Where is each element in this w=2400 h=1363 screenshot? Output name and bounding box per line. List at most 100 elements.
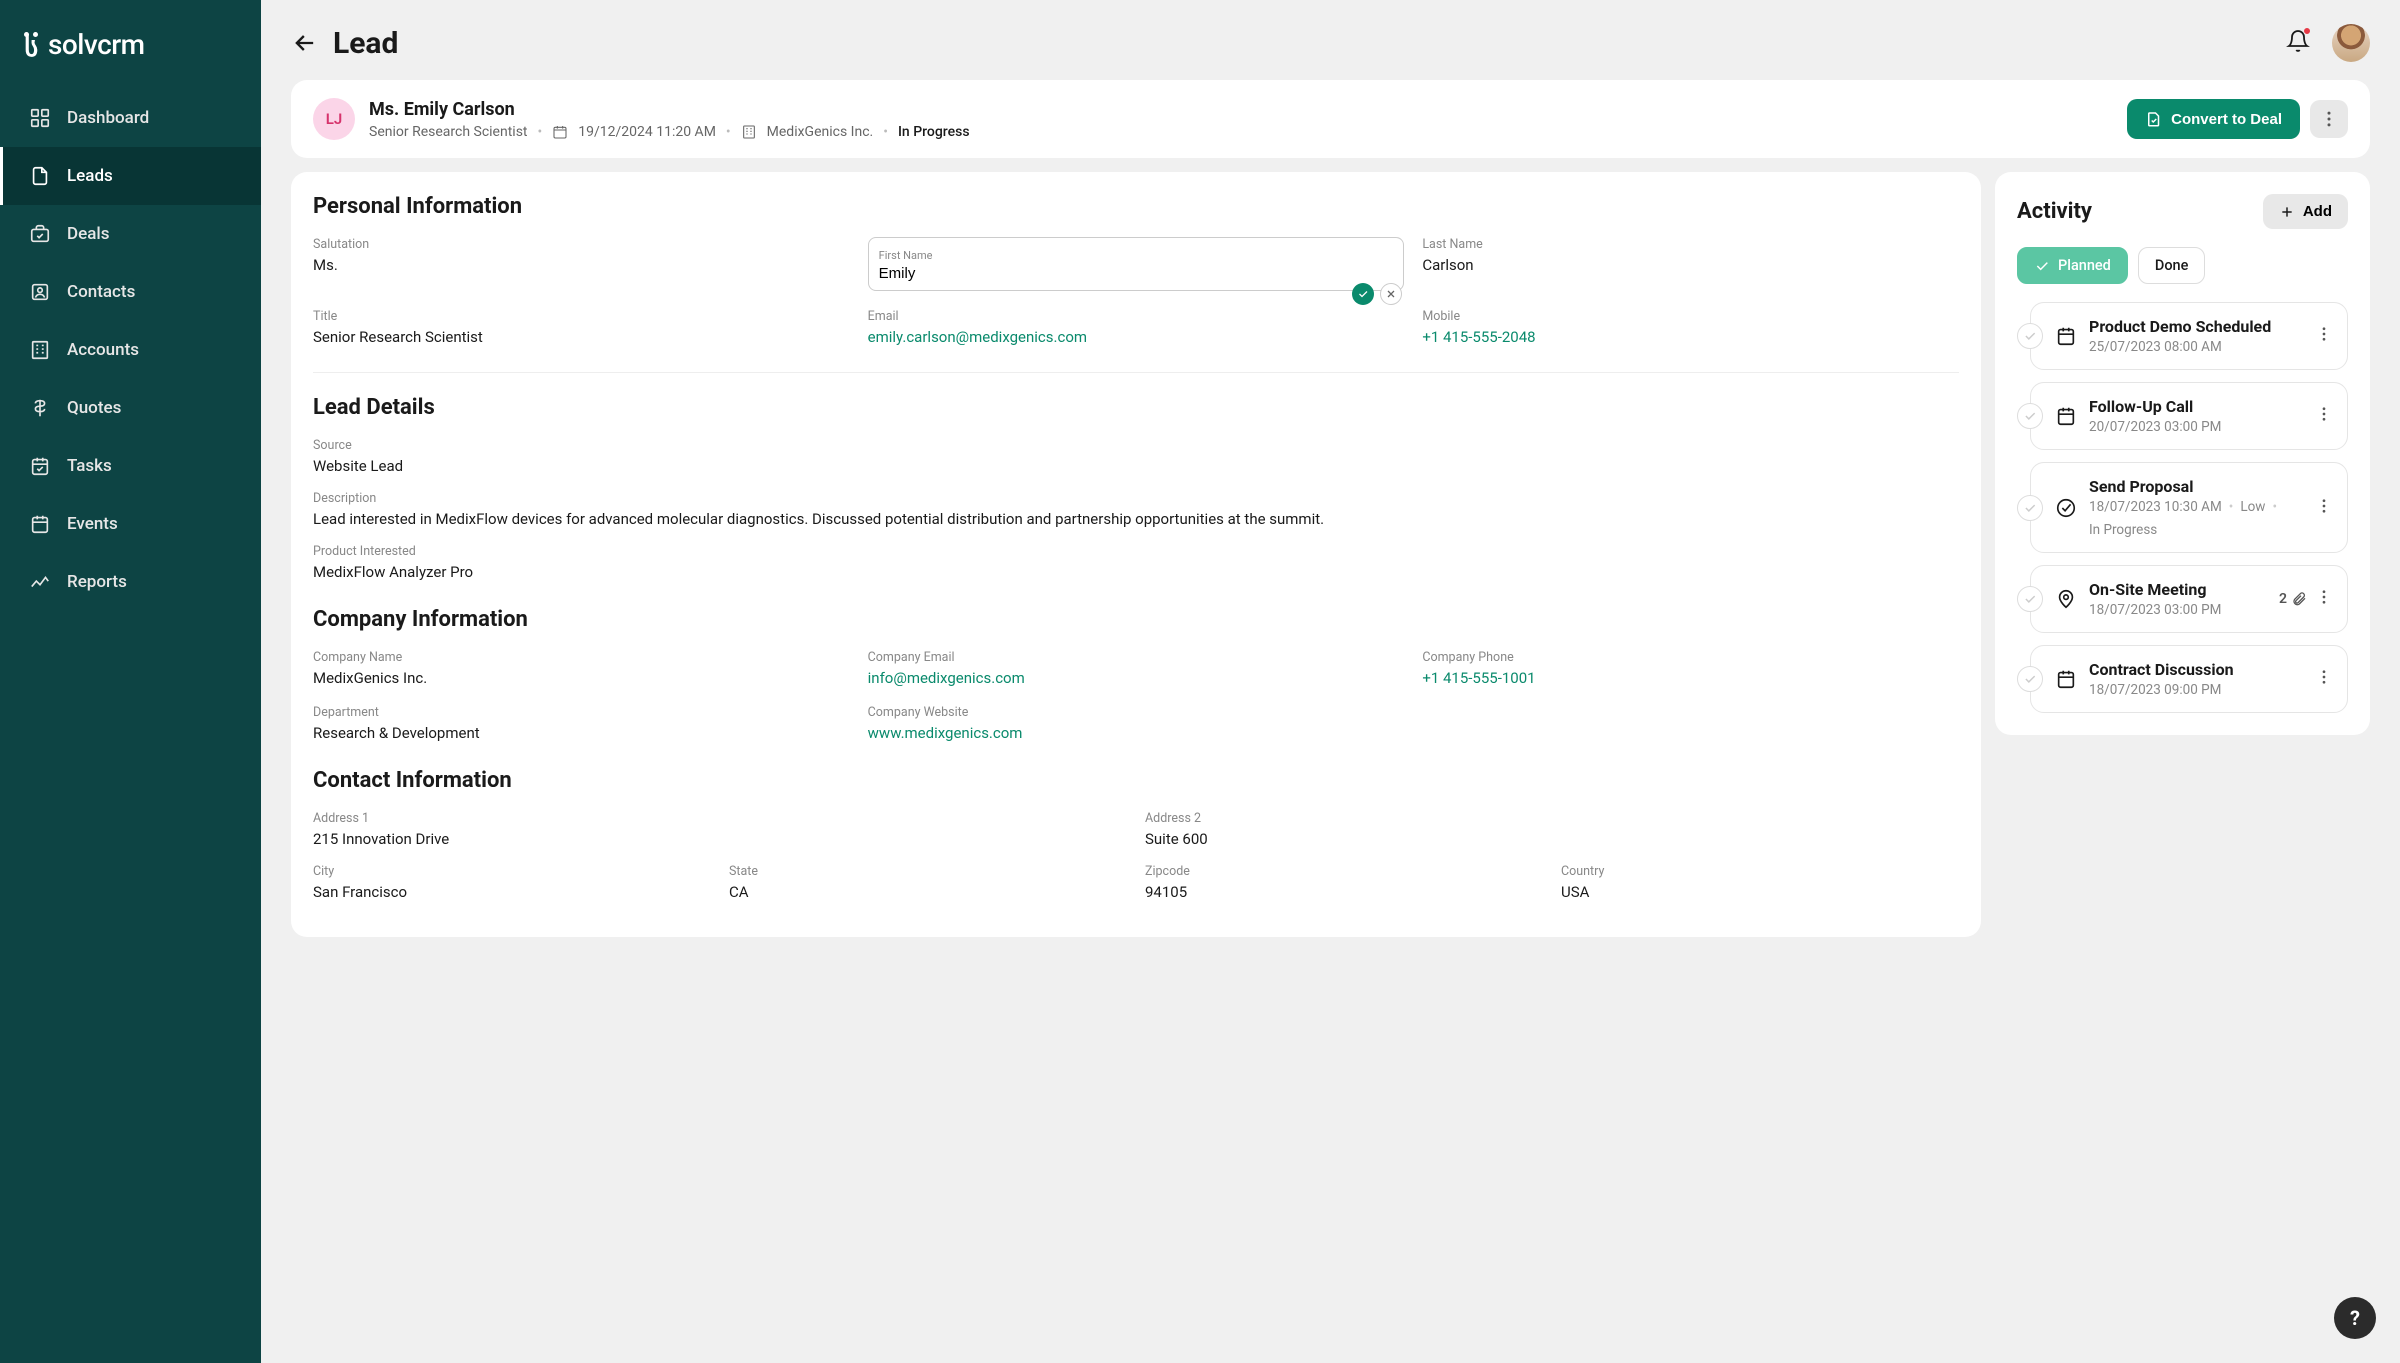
lead-name: Ms. Emily Carlson (369, 99, 970, 120)
title-value[interactable]: Senior Research Scientist (313, 328, 850, 346)
logo[interactable]: ს solvcrm (0, 28, 261, 89)
nav-item-deals[interactable]: Deals (0, 205, 261, 263)
dashboard-icon (29, 107, 51, 129)
nav-item-contacts[interactable]: Contacts (0, 263, 261, 321)
section-title-contact: Contact Information (313, 768, 1959, 793)
sidebar: ს solvcrm DashboardLeadsDealsContactsAcc… (0, 0, 261, 1363)
activity-card[interactable]: On-Site Meeting 18/07/2023 03:00 PM 2 (2030, 565, 2348, 633)
attachment-count: 2 (2279, 591, 2307, 607)
first-name-input[interactable] (879, 265, 1394, 282)
mobile-label: Mobile (1422, 309, 1959, 324)
first-name-input-wrapper: First Name (868, 237, 1405, 291)
activity-item: Send Proposal 18/07/2023 10:30 AM•Low•In… (2017, 462, 2348, 553)
city-label: City (313, 864, 711, 879)
more-vertical-icon (2319, 109, 2339, 129)
activity-card[interactable]: Contract Discussion 18/07/2023 09:00 PM (2030, 645, 2348, 713)
nav-item-events[interactable]: Events (0, 495, 261, 553)
confirm-edit-button[interactable] (1352, 283, 1374, 305)
activity-card[interactable]: Send Proposal 18/07/2023 10:30 AM•Low•In… (2030, 462, 2348, 553)
mobile-value[interactable]: +1 415-555-2048 (1422, 328, 1959, 346)
first-name-label: First Name (879, 249, 933, 262)
state-value[interactable]: CA (729, 883, 1127, 901)
state-label: State (729, 864, 1127, 879)
department-value[interactable]: Research & Development (313, 724, 850, 742)
activity-check[interactable] (2017, 323, 2043, 349)
activity-more-button[interactable] (2315, 497, 2333, 519)
activity-name: Product Demo Scheduled (2089, 317, 2303, 336)
activity-more-button[interactable] (2315, 405, 2333, 427)
activity-name: Follow-Up Call (2089, 397, 2303, 416)
page-title: Lead (333, 26, 398, 61)
product-label: Product Interested (313, 544, 1959, 559)
source-value[interactable]: Website Lead (313, 457, 1959, 475)
building-icon (741, 124, 757, 140)
activity-check[interactable] (2017, 586, 2043, 612)
more-vertical-icon (2315, 668, 2333, 686)
description-value[interactable]: Lead interested in MedixFlow devices for… (313, 510, 1959, 528)
zip-value[interactable]: 94105 (1145, 883, 1543, 901)
section-title-company: Company Information (313, 607, 1959, 632)
check-icon (2023, 329, 2037, 343)
contacts-icon (29, 281, 51, 303)
nav-item-accounts[interactable]: Accounts (0, 321, 261, 379)
company-name-value[interactable]: MedixGenics Inc. (313, 669, 850, 687)
convert-to-deal-button[interactable]: Convert to Deal (2127, 99, 2300, 139)
country-label: Country (1561, 864, 1959, 879)
addr2-value[interactable]: Suite 600 (1145, 830, 1959, 848)
activity-meta: 18/07/2023 09:00 PM (2089, 682, 2303, 698)
nav-item-quotes[interactable]: Quotes (0, 379, 261, 437)
back-icon[interactable] (291, 29, 319, 57)
activity-check[interactable] (2017, 666, 2043, 692)
activity-meta: 18/07/2023 10:30 AM•Low•In Progress (2089, 499, 2303, 538)
nav-item-reports[interactable]: Reports (0, 553, 261, 611)
user-avatar[interactable] (2332, 24, 2370, 62)
section-title-lead-details: Lead Details (313, 395, 1959, 420)
nav-item-leads[interactable]: Leads (0, 147, 261, 205)
company-email-value[interactable]: info@medixgenics.com (868, 669, 1405, 687)
activity-check[interactable] (2017, 403, 2043, 429)
help-button[interactable]: ? (2334, 1297, 2376, 1339)
activity-meta: 25/07/2023 08:00 AM (2089, 339, 2303, 355)
city-value[interactable]: San Francisco (313, 883, 711, 901)
accounts-icon (29, 339, 51, 361)
activity-meta: 18/07/2023 03:00 PM (2089, 602, 2267, 618)
cancel-edit-button[interactable] (1380, 283, 1402, 305)
activity-check[interactable] (2017, 495, 2043, 521)
product-value[interactable]: MedixFlow Analyzer Pro (313, 563, 1959, 581)
nav-item-dashboard[interactable]: Dashboard (0, 89, 261, 147)
deals-icon (29, 223, 51, 245)
activity-name: On-Site Meeting (2089, 580, 2267, 599)
addr1-value[interactable]: 215 Innovation Drive (313, 830, 1127, 848)
notifications-button[interactable] (2286, 29, 2310, 57)
activity-more-button[interactable] (2315, 668, 2333, 690)
company-website-value[interactable]: www.medixgenics.com (868, 724, 1405, 742)
salutation-value[interactable]: Ms. (313, 256, 850, 274)
last-name-value[interactable]: Carlson (1422, 256, 1959, 274)
convert-icon (2145, 110, 2163, 128)
add-activity-button[interactable]: Add (2263, 194, 2348, 229)
tasks-icon (29, 455, 51, 477)
section-title-personal: Personal Information (313, 194, 1959, 219)
country-value[interactable]: USA (1561, 883, 1959, 901)
activity-more-button[interactable] (2315, 588, 2333, 610)
notification-dot (2303, 27, 2311, 35)
lead-status: In Progress (898, 124, 970, 140)
activity-item: Contract Discussion 18/07/2023 09:00 PM (2017, 645, 2348, 713)
check-icon (2023, 501, 2037, 515)
activity-card[interactable]: Product Demo Scheduled 25/07/2023 08:00 … (2030, 302, 2348, 370)
attachment-icon (2291, 591, 2307, 607)
check-icon (2023, 409, 2037, 423)
lead-more-button[interactable] (2310, 100, 2348, 138)
more-vertical-icon (2315, 325, 2333, 343)
activity-title: Activity (2017, 199, 2092, 224)
activity-card[interactable]: Follow-Up Call 20/07/2023 03:00 PM (2030, 382, 2348, 450)
nav-item-tasks[interactable]: Tasks (0, 437, 261, 495)
activity-more-button[interactable] (2315, 325, 2333, 347)
email-value[interactable]: emily.carlson@medixgenics.com (868, 328, 1405, 346)
company-phone-value[interactable]: +1 415-555-1001 (1422, 669, 1959, 687)
lead-role: Senior Research Scientist (369, 124, 528, 140)
chip-planned[interactable]: Planned (2017, 247, 2128, 284)
company-website-label: Company Website (868, 705, 1405, 720)
chip-done[interactable]: Done (2138, 247, 2206, 284)
more-vertical-icon (2315, 588, 2333, 606)
